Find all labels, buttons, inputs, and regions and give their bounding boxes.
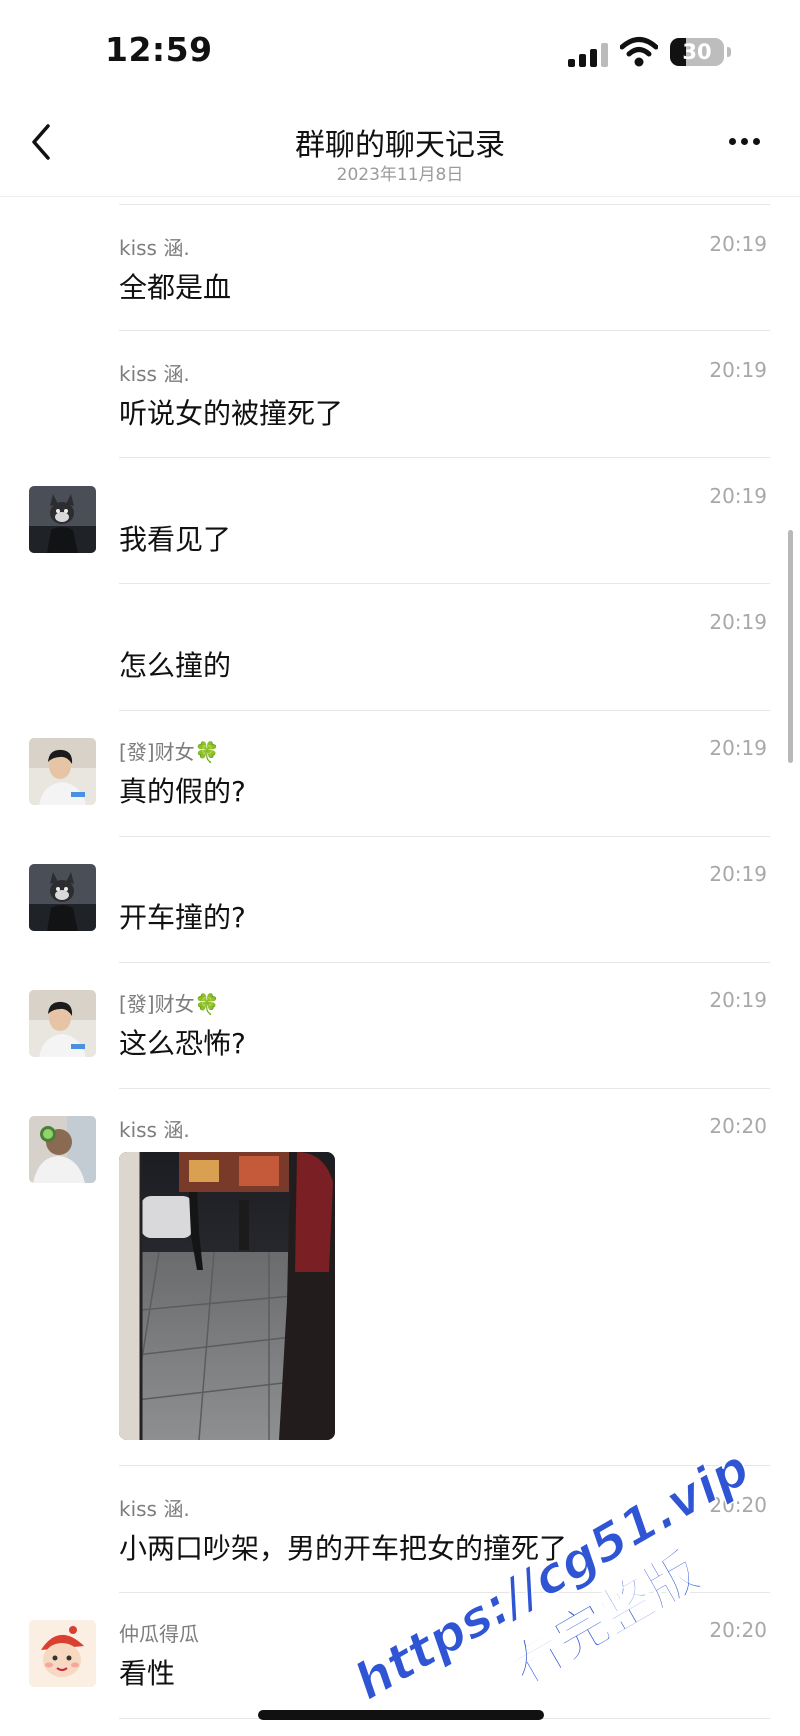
divider — [119, 204, 770, 205]
message-time: 20:19 — [709, 862, 767, 886]
message-time: 20:19 — [709, 610, 767, 634]
message-time: 20:19 — [709, 484, 767, 508]
avatar[interactable] — [29, 990, 96, 1057]
message-text: 开车撞的? — [119, 901, 246, 934]
message-time: 20:20 — [709, 1114, 767, 1138]
status-time: 12:59 — [105, 30, 213, 69]
signal-icon — [568, 43, 610, 67]
message-sender: [發]财女🍀 — [119, 740, 220, 764]
message-text: 看性 — [119, 1657, 176, 1690]
battery-icon: 30 — [670, 38, 724, 66]
scrollbar[interactable] — [788, 530, 793, 763]
status-bar: 12:59 30 — [0, 0, 800, 100]
page-title: 群聊的聊天记录 — [295, 128, 505, 163]
battery-tip — [727, 47, 731, 57]
message-sender: 仲瓜得瓜 — [119, 1622, 199, 1646]
message-text: 怎么撞的 — [119, 649, 232, 682]
divider — [119, 962, 770, 963]
message-text: 我看见了 — [119, 523, 232, 556]
divider — [119, 330, 770, 331]
wifi-icon — [620, 37, 658, 67]
more-icon[interactable] — [725, 130, 765, 150]
message-sender: [發]财女🍀 — [119, 992, 220, 1016]
avatar[interactable] — [29, 486, 96, 553]
avatar[interactable] — [29, 738, 96, 805]
divider — [119, 457, 770, 458]
avatar[interactable] — [29, 1620, 96, 1687]
message-text: 听说女的被撞死了 — [119, 397, 344, 430]
message-photo[interactable] — [119, 1152, 335, 1440]
nav-bar: 群聊的聊天记录 2023年11月8日 — [0, 100, 800, 197]
battery-level: 30 — [682, 40, 712, 64]
avatar[interactable] — [29, 1116, 96, 1183]
message-sender: kiss 涵. — [119, 1118, 190, 1142]
divider — [119, 836, 770, 837]
avatar[interactable] — [29, 864, 96, 931]
message-sender: kiss 涵. — [119, 362, 190, 386]
message-time: 20:19 — [709, 358, 767, 382]
divider — [119, 1088, 770, 1089]
message-text: 真的假的? — [119, 775, 246, 808]
message-time: 20:19 — [709, 736, 767, 760]
page-subtitle-date: 2023年11月8日 — [336, 165, 464, 185]
message-sender: kiss 涵. — [119, 236, 190, 260]
divider — [119, 710, 770, 711]
message-text: 这么恐怖? — [119, 1027, 246, 1060]
divider — [119, 583, 770, 584]
home-indicator[interactable] — [258, 1710, 544, 1720]
watermark: https://cg51.vip 看完整版 — [344, 1440, 760, 1712]
message-time: 20:19 — [709, 232, 767, 256]
message-time: 20:19 — [709, 988, 767, 1012]
message-sender: kiss 涵. — [119, 1497, 190, 1521]
message-text: 全都是血 — [119, 271, 232, 304]
